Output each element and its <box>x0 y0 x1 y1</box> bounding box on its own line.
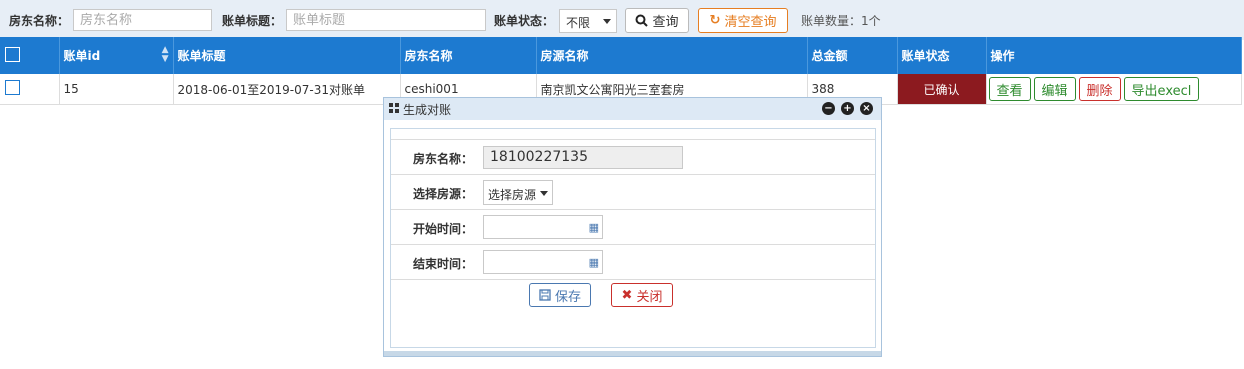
bill-count: 账单数量：1个 <box>801 14 881 28</box>
end-time-label: 结束时间： <box>413 257 474 271</box>
property-field-label: 选择房源： <box>413 187 474 201</box>
column-header-id[interactable]: 账单id ▲ ▼ <box>59 37 174 74</box>
form-divider <box>391 279 875 281</box>
refresh-icon: ↻ <box>709 13 721 28</box>
landlord-field: 18100227135 <box>483 146 683 169</box>
dialog-header[interactable]: 生成对账 − + × <box>384 98 881 120</box>
x-icon: ✖ <box>621 287 633 303</box>
filter-toolbar: 房东名称： 账单标题： 账单状态： 不限 查询 ↻ 清空查询 账单数量：1个 <box>0 0 1244 40</box>
maximize-icon[interactable]: + <box>841 102 854 115</box>
dialog-form: 房东名称： 18100227135 选择房源： 选择房源 开始时间： ▦ 结束时… <box>390 128 876 348</box>
grid-icon <box>389 102 399 116</box>
cell-actions: 查看 编辑 删除 导出execl <box>986 74 1242 105</box>
landlord-row: 房东名称： 18100227135 <box>391 139 875 174</box>
chevron-down-icon <box>603 19 611 24</box>
end-time-row: 结束时间： ▦ <box>391 244 875 279</box>
column-header-property: 房源名称 <box>536 37 808 74</box>
status-badge: 已确认 <box>897 74 987 105</box>
dialog-footer-bar <box>384 351 881 356</box>
edit-button[interactable]: 编辑 <box>1033 77 1076 101</box>
end-time-input[interactable]: ▦ <box>483 250 603 274</box>
query-button[interactable]: 查询 <box>625 8 689 33</box>
save-button[interactable]: 保存 <box>529 283 591 307</box>
close-button-label: 关闭 <box>636 289 663 305</box>
save-icon <box>539 289 551 301</box>
start-time-input[interactable]: ▦ <box>483 215 603 239</box>
column-header-landlord: 房东名称 <box>400 37 537 74</box>
title-label: 账单标题： <box>222 14 283 28</box>
property-row: 选择房源： 选择房源 <box>391 174 875 209</box>
column-header-amount: 总金额 <box>807 37 898 74</box>
status-label: 账单状态： <box>494 14 555 28</box>
cell-id: 15 <box>59 74 174 105</box>
close-icon[interactable]: × <box>860 102 873 115</box>
dialog-title: 生成对账 <box>403 102 452 117</box>
row-checkbox[interactable] <box>5 80 20 95</box>
status-select-value: 不限 <box>566 16 591 30</box>
property-select[interactable]: 选择房源 <box>483 180 553 205</box>
landlord-field-label: 房东名称： <box>413 152 474 166</box>
status-select[interactable]: 不限 <box>559 9 617 33</box>
landlord-label: 房东名称： <box>9 14 70 28</box>
landlord-search-input[interactable] <box>73 9 212 31</box>
cell-title: 2018-06-01至2019-07-31对账单 <box>173 74 401 105</box>
minimize-icon[interactable]: − <box>822 102 835 115</box>
property-select-value: 选择房源 <box>488 188 537 202</box>
export-excel-button[interactable]: 导出execl <box>1123 77 1200 101</box>
select-all-cell <box>0 37 60 74</box>
view-button[interactable]: 查看 <box>988 77 1031 101</box>
column-header-actions: 操作 <box>986 37 1242 74</box>
close-dialog-button[interactable]: ✖ 关闭 <box>611 283 673 307</box>
sort-icon[interactable]: ▲ ▼ <box>162 46 169 64</box>
chevron-down-icon <box>540 191 548 196</box>
start-time-row: 开始时间： ▦ <box>391 209 875 244</box>
calendar-icon[interactable]: ▦ <box>589 256 599 269</box>
save-button-label: 保存 <box>554 289 581 305</box>
column-header-title: 账单标题 <box>173 37 401 74</box>
start-time-label: 开始时间： <box>413 222 474 236</box>
select-all-checkbox[interactable] <box>5 46 20 62</box>
title-search-input[interactable] <box>286 9 486 31</box>
bill-table: 账单id ▲ ▼ 账单标题 房东名称 房源名称 总金额 账单状态 操作 15 20… <box>0 37 1242 105</box>
column-header-id-label: 账单id <box>63 49 101 63</box>
clear-query-button-label: 清空查询 <box>724 15 777 30</box>
query-button-label: 查询 <box>652 15 679 30</box>
search-icon <box>635 14 649 27</box>
calendar-icon[interactable]: ▦ <box>589 221 599 234</box>
table-header-row: 账单id ▲ ▼ 账单标题 房东名称 房源名称 总金额 账单状态 操作 <box>0 37 1242 74</box>
row-select-cell <box>0 74 60 105</box>
generate-reconciliation-dialog: 生成对账 − + × 房东名称： 18100227135 选择房源： 选择房源 … <box>383 97 882 357</box>
delete-button[interactable]: 删除 <box>1078 77 1121 101</box>
clear-query-button[interactable]: ↻ 清空查询 <box>698 8 788 33</box>
column-header-status: 账单状态 <box>897 37 987 74</box>
